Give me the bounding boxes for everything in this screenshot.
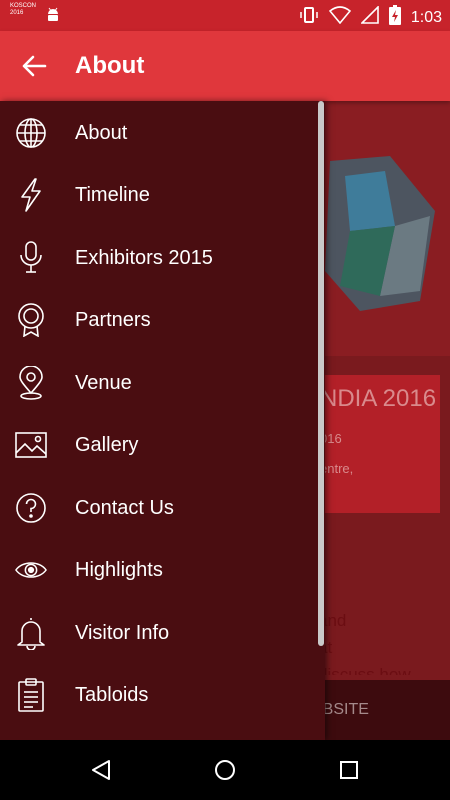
back-button[interactable]: [16, 50, 52, 82]
drawer-item-label: Venue: [75, 371, 132, 394]
description-line-2: at: [318, 638, 333, 657]
drawer-item-gallery[interactable]: Gallery: [0, 414, 318, 476]
image-icon: [15, 427, 47, 463]
drawer-item-label: About: [75, 121, 128, 144]
triangle-back-icon: [92, 760, 110, 780]
drawer-item-label: Contact Us: [75, 496, 174, 519]
drawer-item-label: Exhibitors 2015: [75, 246, 213, 269]
drawer-item-exhibitors[interactable]: Exhibitors 2015: [0, 227, 318, 289]
drawer-scrollbar[interactable]: [318, 101, 324, 646]
drawer-item-label: Highlights: [75, 558, 163, 581]
help-icon: [15, 490, 47, 526]
nav-home-button[interactable]: [210, 756, 240, 784]
drawer-item-label: Gallery: [75, 433, 139, 456]
drawer-item-contact[interactable]: Contact Us: [0, 477, 318, 539]
eye-icon: [15, 552, 47, 588]
location-pin-icon: [15, 365, 47, 401]
description-line-1: and: [318, 611, 347, 630]
navigation-drawer: About Timeline Exhibitors 2015 Partners …: [0, 101, 325, 740]
award-icon: [15, 302, 47, 338]
microphone-icon: [15, 240, 47, 276]
android-icon: [45, 6, 61, 27]
app-bar: About: [0, 31, 450, 101]
lightning-icon: [15, 177, 47, 213]
vibrate-icon: [299, 5, 319, 30]
signal-icon: [359, 5, 379, 29]
drawer-item-highlights[interactable]: Highlights: [0, 539, 318, 601]
nav-recents-button[interactable]: [334, 756, 364, 784]
battery-charging-icon: [388, 5, 401, 30]
drawer-item-label: Timeline: [75, 183, 150, 206]
drawer-item-about[interactable]: About: [0, 102, 318, 164]
drawer-item-label: Tabloids: [75, 683, 149, 706]
event-card-title: NDIA 2016: [320, 385, 437, 412]
drawer-item-timeline[interactable]: Timeline: [0, 164, 318, 226]
nav-back-button[interactable]: [86, 756, 116, 784]
page-title: About: [75, 52, 145, 79]
status-bar: KOSCON 2016 1:03: [0, 0, 450, 31]
drawer-item-partners[interactable]: Partners: [0, 289, 318, 351]
drawer-item-label: Visitor Info: [75, 621, 170, 644]
arrow-left-icon: [22, 55, 47, 77]
drawer-item-visitor-info[interactable]: Visitor Info: [0, 602, 318, 664]
globe-icon: [15, 115, 47, 151]
wifi-icon: [328, 6, 351, 29]
system-nav-bar: [0, 740, 450, 800]
drawer-item-label: Partners: [75, 308, 151, 331]
status-time: 1:03: [410, 8, 442, 26]
event-description: and at discuss how: [318, 607, 411, 675]
description-line-3: discuss how: [318, 665, 411, 675]
circle-home-icon: [215, 760, 235, 780]
notification-koscon-text: KOSCON 2016: [10, 3, 37, 16]
clipboard-icon: [15, 677, 47, 713]
drawer-item-tabloids[interactable]: Tabloids: [0, 664, 318, 726]
drawer-item-venue[interactable]: Venue: [0, 352, 318, 414]
square-recents-icon: [340, 761, 358, 779]
bell-icon: [15, 615, 47, 651]
